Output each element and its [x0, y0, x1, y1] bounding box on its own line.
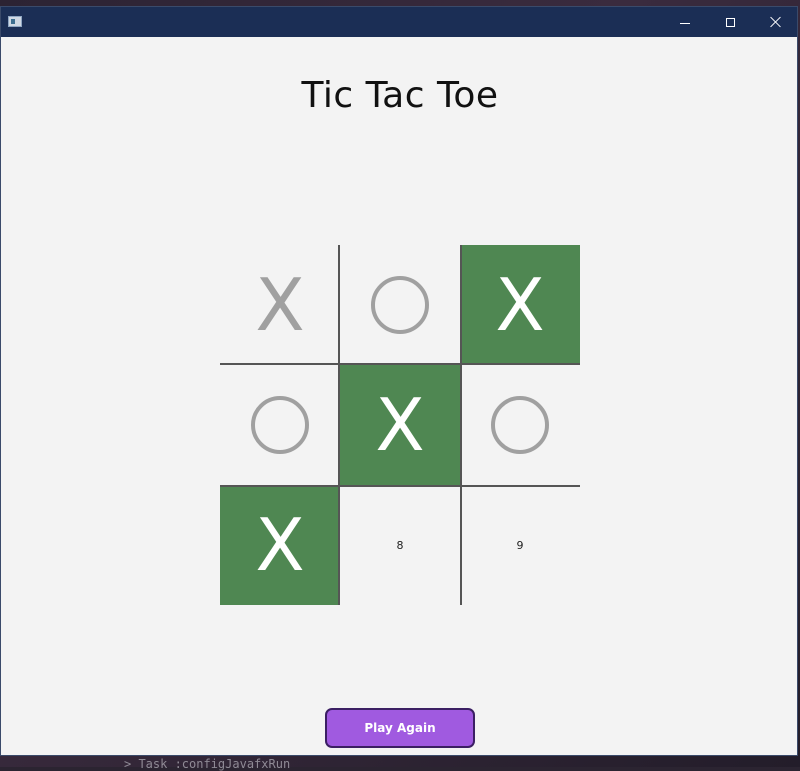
- minimize-button[interactable]: [663, 7, 707, 37]
- board-cell-8[interactable]: 8: [340, 485, 460, 605]
- o-mark: [491, 396, 549, 454]
- maximize-icon: [725, 17, 735, 27]
- grid-line-horizontal-1: [220, 363, 580, 365]
- x-mark: X: [255, 503, 305, 587]
- cell-number-label: 8: [396, 538, 404, 552]
- x-mark: X: [375, 383, 425, 467]
- x-mark: X: [495, 263, 545, 347]
- o-mark: [251, 396, 309, 454]
- terminal-output-text: > Task :configJavafxRun: [124, 757, 291, 771]
- app-window-icon: [8, 16, 22, 27]
- board-cell-6[interactable]: [460, 365, 580, 485]
- maximize-button[interactable]: [708, 7, 752, 37]
- cell-number-label: 9: [516, 538, 524, 552]
- grid-line-vertical-2: [460, 245, 462, 605]
- close-button[interactable]: [754, 7, 797, 37]
- game-content: Tic Tac Toe X X X X 8 9 Play Again: [1, 37, 797, 755]
- board-cell-2[interactable]: [340, 245, 460, 365]
- grid-line-vertical-1: [338, 245, 340, 605]
- close-icon: [770, 16, 782, 28]
- board-cell-5[interactable]: X: [340, 365, 460, 485]
- board-cell-4[interactable]: [220, 365, 340, 485]
- app-window: Tic Tac Toe X X X X 8 9 Play Again: [0, 6, 798, 756]
- board-cell-7[interactable]: X: [220, 485, 340, 605]
- title-bar[interactable]: [1, 7, 797, 37]
- x-mark: X: [255, 263, 305, 347]
- o-mark: [371, 276, 429, 334]
- board-cell-3[interactable]: X: [460, 245, 580, 365]
- board-cell-9[interactable]: 9: [460, 485, 580, 605]
- board-cell-1[interactable]: X: [220, 245, 340, 365]
- game-title: Tic Tac Toe: [301, 75, 499, 116]
- grid-line-horizontal-2: [220, 485, 580, 487]
- play-again-button[interactable]: Play Again: [325, 708, 475, 748]
- game-board: X X X X 8 9: [220, 245, 580, 605]
- minimize-icon: [680, 22, 690, 24]
